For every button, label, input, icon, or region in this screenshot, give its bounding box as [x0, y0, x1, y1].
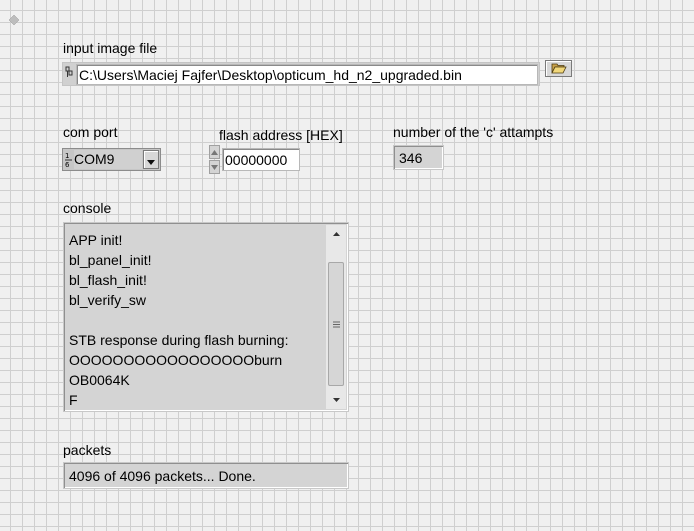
scrollbar-thumb[interactable]: [328, 262, 344, 386]
com-port-select[interactable]: 16 COM9: [62, 148, 161, 171]
console-line: F: [69, 392, 78, 408]
svg-text:6: 6: [65, 161, 70, 168]
console-output[interactable]: APP init! bl_panel_init! bl_flash_init! …: [63, 222, 349, 412]
folder-open-icon: [550, 61, 567, 77]
decrement-arrow-icon[interactable]: [209, 160, 220, 174]
com-port-dropdown-button[interactable]: [143, 150, 159, 169]
flash-address-stepper[interactable]: [207, 145, 222, 174]
path-type-icon[interactable]: [64, 66, 75, 82]
grip-icon: [332, 321, 340, 327]
input-image-file-control[interactable]: C:\Users\Maciej Fajfer\Desktop\opticum_h…: [62, 62, 540, 86]
c-attempts-indicator: 346: [393, 145, 444, 170]
console-line: STB response during flash burning:: [69, 332, 289, 348]
input-image-file-path[interactable]: C:\Users\Maciej Fajfer\Desktop\opticum_h…: [76, 64, 538, 85]
console-line: APP init!: [69, 232, 123, 248]
input-image-file-label: input image file: [63, 40, 158, 56]
flash-address-label: flash address [HEX]: [219, 127, 343, 143]
console-scrollbar[interactable]: [326, 225, 346, 409]
console-line: bl_panel_init!: [69, 252, 152, 268]
packets-indicator: 4096 of 4096 packets... Done.: [63, 462, 349, 489]
console-line: bl_flash_init!: [69, 272, 147, 288]
console-line: OB0064K: [69, 372, 130, 388]
scroll-up-arrow-icon[interactable]: [326, 225, 346, 243]
console-line: bl_verify_sw: [69, 292, 147, 308]
panel-origin-icon: [8, 12, 20, 26]
com-port-value: COM9: [74, 150, 142, 169]
com-port-label: com port: [63, 124, 118, 140]
browse-button[interactable]: [545, 60, 572, 77]
console-line: OOOOOOOOOOOOOOOOOburn: [69, 352, 283, 368]
packets-label: packets: [63, 442, 112, 458]
console-text: APP init! bl_panel_init! bl_flash_init! …: [69, 230, 324, 408]
console-label: console: [63, 200, 112, 216]
svg-text:1: 1: [65, 152, 69, 160]
scroll-down-arrow-icon[interactable]: [326, 391, 346, 409]
increment-arrow-icon[interactable]: [209, 145, 220, 159]
ring-index-icon: 16: [64, 150, 73, 169]
flash-address-input[interactable]: 00000000: [222, 148, 300, 171]
c-attempts-label: number of the 'c' attampts: [393, 124, 554, 140]
chevron-down-icon: [147, 152, 155, 168]
